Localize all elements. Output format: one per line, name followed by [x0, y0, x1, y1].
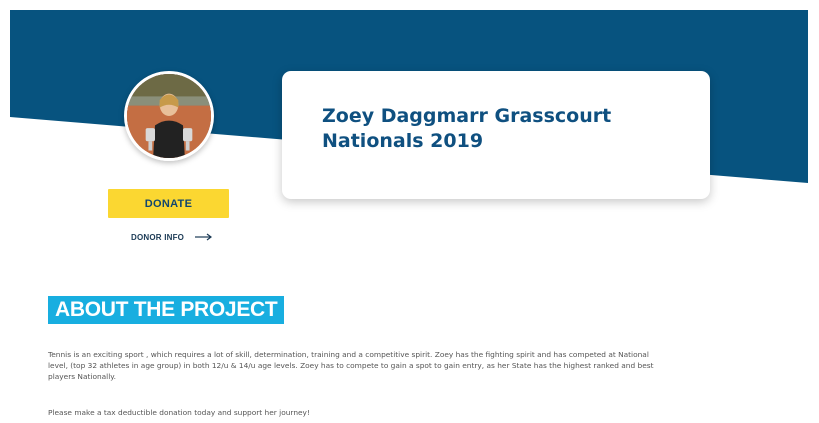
profile-avatar	[124, 71, 214, 161]
project-title: Zoey Daggmarr Grasscourt Nationals 2019	[322, 105, 612, 152]
donate-button[interactable]: DONATE	[108, 189, 229, 218]
about-heading: ABOUT THE PROJECT	[48, 296, 285, 324]
donor-info-label: DONOR INFO	[131, 232, 185, 242]
player-photo-icon	[127, 74, 211, 158]
donor-info-link[interactable]: DONOR INFO	[131, 230, 214, 244]
arrow-right-icon	[195, 233, 213, 241]
donation-call-to-action: Please make a tax deductible donation to…	[48, 408, 310, 417]
project-title-card: Zoey Daggmarr Grasscourt Nationals 2019	[282, 71, 710, 199]
about-paragraph: Tennis is an exciting sport , which requ…	[48, 350, 654, 381]
